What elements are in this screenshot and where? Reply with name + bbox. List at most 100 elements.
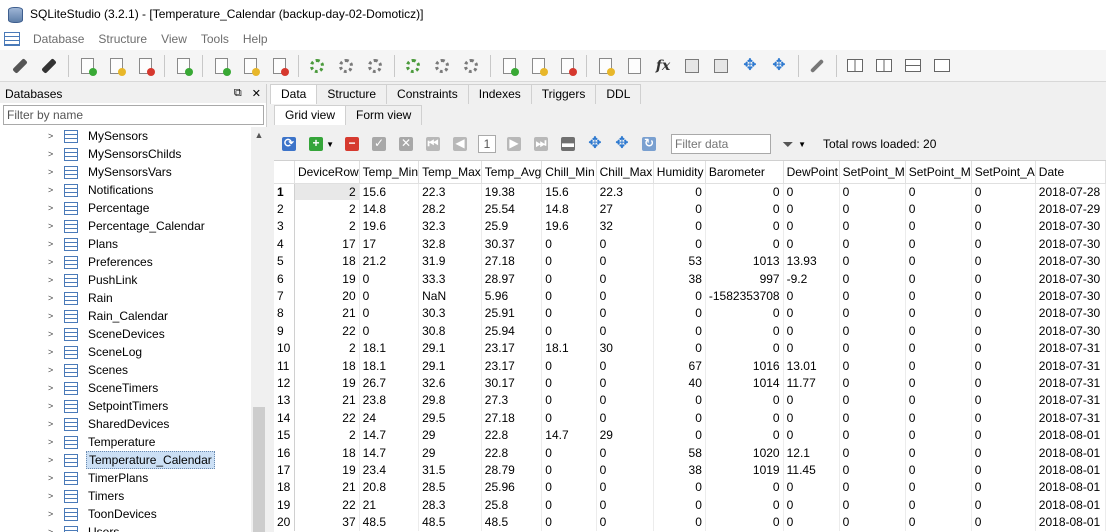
cell-date[interactable]: 2018-07-30: [1035, 252, 1106, 270]
cell-temp-min[interactable]: 0: [359, 269, 420, 288]
cell-setpoint-m[interactable]: 0: [905, 478, 972, 497]
cell-dewpoint[interactable]: 0: [783, 513, 840, 531]
cell-barometer[interactable]: 0: [705, 496, 784, 514]
cell-setpoint-m[interactable]: 0: [839, 374, 906, 392]
row-number[interactable]: 4: [274, 235, 295, 253]
table-row[interactable]: 12 19 26.7 32.6 30.17 0 0 40 1014 11.77 0 0 0 2018-07…: [274, 374, 1106, 392]
cell-setpoint-m[interactable]: 0: [839, 322, 906, 340]
cell-setpoint-m[interactable]: 0: [839, 287, 906, 305]
insert-row-button[interactable]: + ▼: [307, 135, 334, 153]
chevron-right-icon[interactable]: >: [48, 149, 58, 159]
cell-date[interactable]: 2018-07-31: [1035, 374, 1106, 392]
cell-humidity[interactable]: 40: [653, 374, 706, 392]
cell-chill-max[interactable]: 22.3: [596, 183, 654, 201]
chevron-right-icon[interactable]: >: [48, 275, 58, 285]
cell-chill-max[interactable]: 0: [596, 513, 654, 531]
row-number[interactable]: 14: [274, 409, 295, 427]
cell-temp-avg[interactable]: 30.37: [481, 235, 543, 253]
cell-devicerow[interactable]: 2: [294, 217, 360, 236]
cell-temp-max[interactable]: 31.5: [418, 461, 482, 479]
cell-dewpoint[interactable]: 0: [783, 183, 840, 201]
cell-chill-min[interactable]: 0: [541, 478, 597, 497]
row-number[interactable]: 17: [274, 461, 295, 479]
cell-temp-min[interactable]: 14.7: [359, 426, 420, 444]
cell-temp-avg[interactable]: 28.97: [481, 269, 543, 288]
cell-temp-avg[interactable]: 27.18: [481, 409, 543, 427]
cell-chill-max[interactable]: 0: [596, 235, 654, 253]
cell-humidity[interactable]: 0: [653, 339, 706, 357]
chevron-right-icon[interactable]: >: [48, 491, 58, 501]
cell-chill-max[interactable]: 30: [596, 339, 654, 357]
tree-item-notifications[interactable]: > Notifications: [0, 181, 251, 199]
cell-setpoint-a[interactable]: 0: [971, 217, 1036, 236]
cell-temp-max[interactable]: 32.8: [418, 235, 482, 253]
table-row[interactable]: 10 2 18.1 29.1 23.17 18.1 30 0 0 0 0 0 0 2018-07-31: [274, 339, 1106, 357]
table-row[interactable]: 11 18 18.1 29.1 23.17 0 0 67 1016 13.01 0 0 0 2018-07…: [274, 356, 1106, 375]
open-sql-editor-button[interactable]: [593, 54, 617, 78]
cell-dewpoint[interactable]: 13.93: [783, 252, 840, 270]
cell-barometer[interactable]: 1016: [705, 356, 784, 375]
tab-form-view[interactable]: Form view: [345, 105, 423, 125]
menu-view[interactable]: View: [154, 32, 194, 46]
cell-setpoint-a[interactable]: 0: [971, 513, 1036, 531]
column-header-date[interactable]: Date: [1035, 161, 1106, 184]
chevron-right-icon[interactable]: >: [48, 203, 58, 213]
cell-barometer[interactable]: 0: [705, 183, 784, 201]
row-number[interactable]: 1: [274, 183, 295, 201]
refresh-database-button[interactable]: [171, 54, 195, 78]
commit-button[interactable]: ✓: [370, 135, 388, 153]
cell-setpoint-a[interactable]: 0: [971, 183, 1036, 201]
cell-barometer[interactable]: 1013: [705, 252, 784, 270]
cell-temp-min[interactable]: 23.4: [359, 461, 420, 479]
cell-devicerow[interactable]: 19: [294, 461, 360, 479]
add-table-button[interactable]: [209, 54, 233, 78]
cell-setpoint-m[interactable]: 0: [839, 183, 906, 201]
functions-editor-button[interactable]: fx: [651, 54, 675, 78]
cell-setpoint-m[interactable]: 0: [905, 426, 972, 444]
cell-temp-avg[interactable]: 28.79: [481, 461, 543, 479]
cell-devicerow[interactable]: 21: [294, 478, 360, 497]
table-row[interactable]: 2 2 14.8 28.2 25.54 14.8 27 0 0 0 0 0 0 2018-07-29: [274, 200, 1106, 218]
cell-chill-min[interactable]: 19.6: [541, 217, 597, 236]
cell-barometer[interactable]: 997: [705, 269, 784, 288]
connect-button[interactable]: [8, 54, 32, 78]
cell-date[interactable]: 2018-07-28: [1035, 183, 1106, 201]
cell-setpoint-a[interactable]: 0: [971, 269, 1036, 288]
cell-date[interactable]: 2018-07-31: [1035, 409, 1106, 427]
cell-devicerow[interactable]: 19: [294, 269, 360, 288]
cell-chill-max[interactable]: 0: [596, 409, 654, 427]
cell-chill-max[interactable]: 0: [596, 269, 654, 288]
row-number[interactable]: 9: [274, 322, 295, 340]
filter-by-name-input[interactable]: [3, 105, 264, 125]
cell-date[interactable]: 2018-07-31: [1035, 356, 1106, 375]
cell-date[interactable]: 2018-08-01: [1035, 513, 1106, 531]
cell-setpoint-m[interactable]: 0: [905, 235, 972, 253]
cell-temp-max[interactable]: 28.3: [418, 496, 482, 514]
cell-temp-avg[interactable]: 48.5: [481, 513, 543, 531]
cell-temp-avg[interactable]: 25.94: [481, 322, 543, 340]
tree-item-scenelog[interactable]: > SceneLog: [0, 343, 251, 361]
cell-devicerow[interactable]: 18: [294, 252, 360, 270]
cell-humidity[interactable]: 0: [653, 513, 706, 531]
table-row[interactable]: 15 2 14.7 29 22.8 14.7 29 0 0 0 0 0 0 2018-08-01: [274, 426, 1106, 444]
cell-temp-avg[interactable]: 25.9: [481, 217, 543, 236]
row-number[interactable]: 11: [274, 356, 295, 375]
chevron-right-icon[interactable]: >: [48, 329, 58, 339]
cell-barometer[interactable]: 0: [705, 409, 784, 427]
tree-item-rain-calendar[interactable]: > Rain_Calendar: [0, 307, 251, 325]
cell-devicerow[interactable]: 18: [294, 356, 360, 375]
tree-item-temperature[interactable]: > Temperature: [0, 433, 251, 451]
table-row[interactable]: 14 22 24 29.5 27.18 0 0 0 0 0 0 0 0 2018-07-31: [274, 409, 1106, 427]
cell-chill-max[interactable]: 0: [596, 322, 654, 340]
cell-temp-min[interactable]: 19.6: [359, 217, 420, 236]
filter-data-input[interactable]: [671, 134, 771, 154]
cell-temp-max[interactable]: 30.8: [418, 322, 482, 340]
table-row[interactable]: 9 22 0 30.8 25.94 0 0 0 0 0 0 0 0 2018-07-30: [274, 322, 1106, 340]
table-row[interactable]: 7 20 0 NaN 5.96 0 0 0 -1582353708 0 0 0 0 2018-07-30: [274, 287, 1106, 305]
disconnect-button[interactable]: [37, 54, 61, 78]
cell-humidity[interactable]: 58: [653, 443, 706, 462]
cell-date[interactable]: 2018-07-30: [1035, 269, 1106, 288]
cell-dewpoint[interactable]: 0: [783, 217, 840, 236]
cell-dewpoint[interactable]: 0: [783, 304, 840, 323]
cell-date[interactable]: 2018-08-01: [1035, 478, 1106, 497]
